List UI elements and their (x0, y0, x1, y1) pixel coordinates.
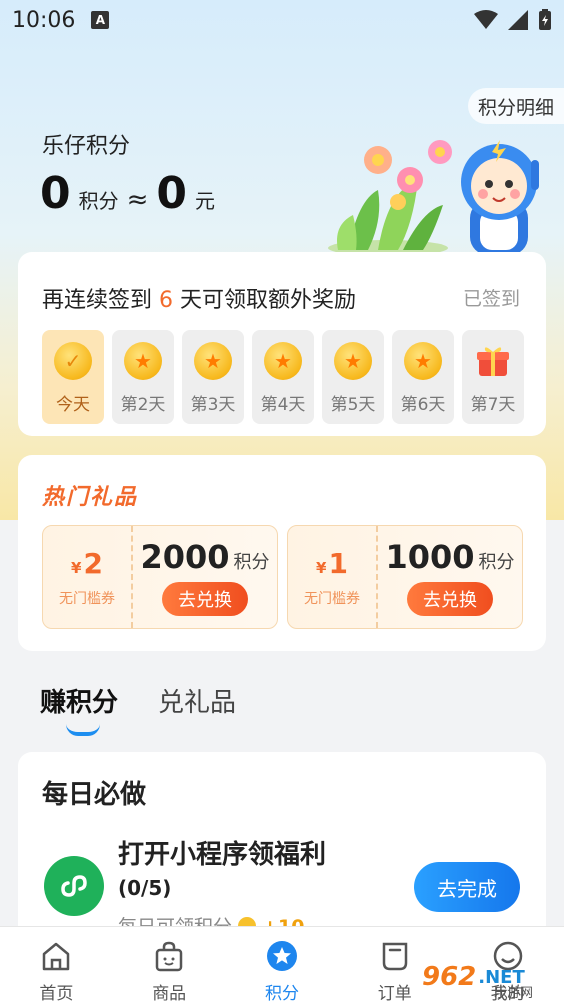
nav-points[interactable]: 积分 (226, 927, 339, 1004)
money-unit: 元 (195, 189, 216, 213)
star-coin-icon: ★ (264, 342, 302, 380)
coupon-amount: ¥1 (316, 547, 348, 580)
hot-gifts-card: 热门礼品 ¥2 无门槛券 2000 积分 去兑换 ¥1 无门槛券 1000 积分… (18, 455, 546, 651)
points-value: 0 (40, 168, 71, 219)
nav-home[interactable]: 首页 (0, 927, 113, 1004)
battery-icon (539, 9, 551, 30)
day-label: 第2天 (120, 395, 166, 415)
star-coin-icon: ★ (124, 342, 162, 380)
coupon-points: 2000 积分 (140, 538, 269, 576)
signin-day-4[interactable]: ★ 第4天 (252, 330, 314, 424)
coupon-amount-value: 2 (83, 546, 103, 580)
daily-tasks-card: 每日必做 打开小程序领福利 (0/5) 每日可领积分 +10 去完成 (18, 752, 546, 952)
coupon-value: ¥2 无门槛券 (43, 526, 133, 628)
site-watermark: 962 .NET 乐游网 (422, 954, 558, 1001)
day-label: 第4天 (260, 395, 306, 415)
points-unit: 积分 (78, 189, 119, 213)
coupon-amount-value: 1 (328, 546, 348, 580)
coupon-subtitle: 无门槛券 (59, 590, 115, 607)
task-title: 打开小程序领福利 (118, 840, 327, 870)
task-progress: (0/5) (118, 876, 172, 900)
mascot-flower-illustration (328, 140, 539, 255)
coupon-currency: ¥ (316, 558, 327, 577)
order-icon (377, 939, 413, 973)
coupon-redeem-area: 1000 积分 去兑换 (378, 526, 522, 628)
approx-sign: ≈ (126, 185, 149, 215)
coupon-points: 1000 积分 (385, 538, 514, 576)
watermark-sub: 乐游网 (494, 986, 534, 1001)
daily-tasks-title: 每日必做 (42, 780, 147, 810)
signin-days: ✓ 今天 ★ 第2天 ★ 第3天 ★ 第4天 ★ 第5天 ★ 第6天 第7天 (42, 330, 524, 424)
signin-day-3[interactable]: ★ 第3天 (182, 330, 244, 424)
hot-gifts-title: 热门礼品 (42, 485, 139, 510)
day-label: 第3天 (190, 395, 236, 415)
coupon-amount: ¥2 (71, 547, 103, 580)
status-time: 10:06 (12, 7, 76, 33)
day-label: 今天 (56, 395, 90, 415)
status-icons (474, 9, 552, 31)
tab-bar: 赚积分 兑礼品 (40, 682, 236, 736)
points-detail-button[interactable]: 积分明细 (467, 88, 564, 124)
day-label: 第7天 (470, 395, 516, 415)
nav-label: 积分 (264, 984, 299, 1004)
wifi-icon (474, 10, 498, 29)
coupon-subtitle: 无门槛券 (304, 590, 360, 607)
signin-day-6[interactable]: ★ 第6天 (392, 330, 454, 424)
signin-suffix: 天可领取额外奖励 (173, 288, 356, 313)
tab-redeem-gifts[interactable]: 兑礼品 (158, 682, 236, 719)
check-coin-icon: ✓ (54, 342, 92, 380)
signin-day-2[interactable]: ★ 第2天 (112, 330, 174, 424)
money-value: 0 (156, 168, 188, 219)
signin-days-left: 6 (159, 288, 173, 313)
nav-label: 订单 (377, 984, 412, 1004)
nav-products[interactable]: 商品 (113, 927, 226, 1004)
watermark-logo: 962 (422, 962, 477, 992)
signin-day-1[interactable]: ✓ 今天 (42, 330, 104, 424)
tab-earn-points[interactable]: 赚积分 (40, 682, 118, 736)
home-icon (38, 939, 74, 973)
mini-program-icon (44, 856, 104, 916)
signin-status: 已签到 (462, 288, 520, 310)
redeem-button[interactable]: 去兑换 (162, 582, 248, 616)
notification-icon: A (91, 11, 110, 29)
day-label: 第5天 (330, 395, 376, 415)
coupon-card: ¥2 无门槛券 2000 积分 去兑换 (42, 525, 278, 629)
points-title: 乐仔积分 (42, 134, 131, 159)
nav-label: 首页 (39, 984, 74, 1004)
points-summary: 0 积分 ≈ 0 元 (40, 168, 215, 219)
points-star-icon (264, 939, 300, 973)
day-label: 第6天 (400, 395, 446, 415)
coupon-card: ¥1 无门槛券 1000 积分 去兑换 (287, 525, 523, 629)
star-coin-icon: ★ (404, 342, 442, 380)
coupon-value: ¥1 无门槛券 (288, 526, 378, 628)
coupon-currency: ¥ (71, 558, 82, 577)
signin-card: 再连续签到 6 天可领取额外奖励 已签到 ✓ 今天 ★ 第2天 ★ 第3天 ★ … (18, 252, 546, 436)
coupon-points-value: 2000 (140, 538, 230, 576)
coupon-points-value: 1000 (385, 538, 475, 576)
status-bar: 10:06 A (0, 0, 564, 40)
coupon-redeem-area: 2000 积分 去兑换 (133, 526, 277, 628)
shopping-bag-icon (151, 939, 187, 973)
complete-task-button[interactable]: 去完成 (414, 862, 520, 912)
coupon-points-label: 积分 (233, 552, 270, 573)
redeem-button[interactable]: 去兑换 (407, 582, 493, 616)
star-coin-icon: ★ (334, 342, 372, 380)
signin-day-5[interactable]: ★ 第5天 (322, 330, 384, 424)
signin-day-7[interactable]: 第7天 (462, 330, 524, 424)
nav-label: 商品 (152, 984, 187, 1004)
signin-headline: 再连续签到 6 天可领取额外奖励 (42, 282, 356, 314)
signal-icon (508, 10, 528, 30)
star-coin-icon: ★ (194, 342, 232, 380)
coupon-points-label: 积分 (478, 552, 515, 573)
signin-prefix: 再连续签到 (42, 288, 159, 313)
gift-icon (474, 342, 512, 380)
